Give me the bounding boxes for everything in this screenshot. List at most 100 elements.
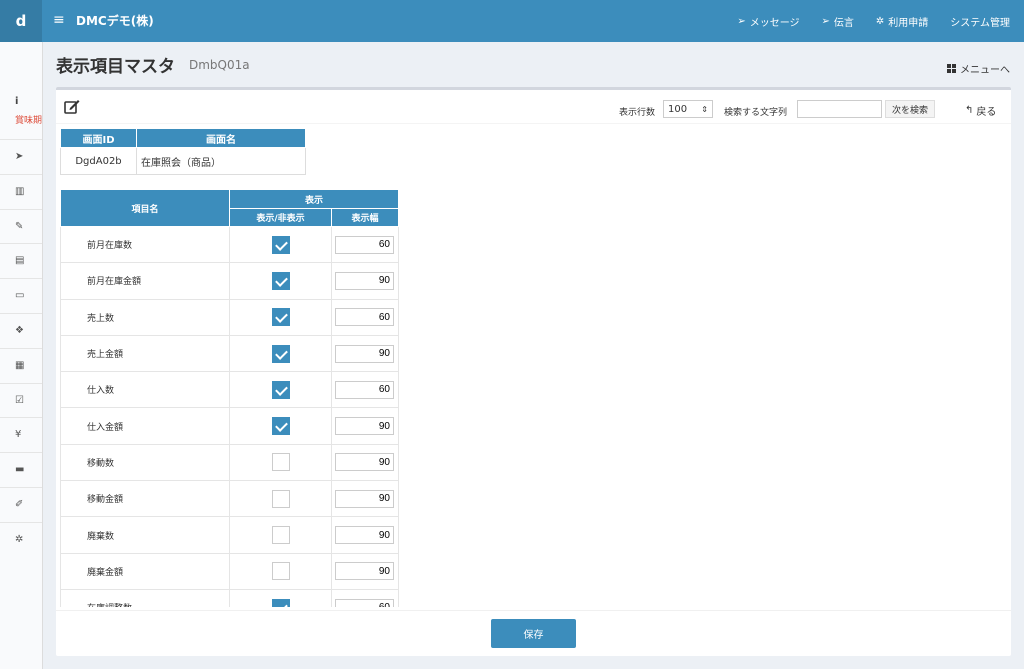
item-name-cell: 売上数 bbox=[60, 299, 230, 336]
top-navbar: d ≡ DMCデモ(株) ➢ メッセージ ➢ 伝言 ✲ 利用申請 システム管理 bbox=[0, 0, 1024, 42]
save-button[interactable]: 保存 bbox=[491, 619, 576, 648]
footer-divider bbox=[56, 610, 1011, 611]
nav-system-admin-label: システム管理 bbox=[950, 17, 1010, 29]
calendar-check-icon: ☑ bbox=[15, 394, 24, 406]
nav-messages[interactable]: ➢ メッセージ bbox=[737, 14, 799, 29]
visible-checkbox[interactable] bbox=[271, 417, 290, 436]
sidebar-item-archive[interactable]: ▤ bbox=[0, 243, 42, 277]
item-name-header: 項目名 bbox=[60, 189, 230, 227]
item-name-cell: 仕入金額 bbox=[60, 407, 230, 445]
nav-memo-label: 伝言 bbox=[833, 17, 854, 29]
page-title: 表示項目マスタ bbox=[56, 57, 175, 77]
sidebar-item-cubes[interactable]: ❖ bbox=[0, 313, 42, 347]
select-arrows-icon: ⇕ bbox=[701, 104, 708, 114]
rows-label: 表示行数 bbox=[619, 108, 656, 118]
sidebar-item-gears[interactable]: ✲ bbox=[0, 521, 42, 556]
item-name-cell: 移動数 bbox=[60, 444, 230, 482]
nav-memo[interactable]: ➢ 伝言 bbox=[822, 14, 854, 29]
sidebar: i 賞味期 ➤ ▥ ✎ ▤ ▭ ❖ ▦ ☑ ¥ ▬ ✐ ✲ bbox=[0, 42, 43, 669]
sidebar-item-yen[interactable]: ¥ bbox=[0, 417, 42, 451]
width-cell bbox=[331, 299, 399, 336]
visible-checkbox[interactable] bbox=[271, 489, 290, 508]
briefcase-icon: ▬ bbox=[15, 464, 25, 476]
visible-cell bbox=[229, 335, 332, 373]
document-icon: ▭ bbox=[15, 290, 25, 302]
nav-usage-request-label: 利用申請 bbox=[888, 17, 929, 29]
sidebar-item-briefcase[interactable]: ▬ bbox=[0, 452, 42, 486]
visible-cell bbox=[229, 299, 332, 336]
width-input[interactable] bbox=[335, 489, 394, 508]
table-row: 廃棄金額 bbox=[60, 553, 399, 590]
visible-checkbox[interactable] bbox=[271, 453, 290, 472]
width-input[interactable] bbox=[335, 598, 394, 607]
sidebar-item-wrench[interactable]: ✐ bbox=[0, 487, 42, 521]
width-input[interactable] bbox=[335, 308, 394, 327]
visible-checkbox[interactable] bbox=[271, 344, 290, 363]
visible-checkbox[interactable] bbox=[271, 271, 290, 290]
width-input[interactable] bbox=[335, 562, 394, 581]
width-input[interactable] bbox=[335, 380, 394, 399]
archive-icon: ▤ bbox=[15, 255, 25, 267]
width-input[interactable] bbox=[335, 344, 394, 363]
visible-checkbox[interactable] bbox=[271, 380, 290, 399]
visible-header: 表示/非表示 bbox=[229, 208, 332, 227]
item-name-cell: 廃棄金額 bbox=[60, 553, 230, 590]
table-row: 在庫調整数 bbox=[60, 589, 399, 607]
table-row: 前月在庫金額 bbox=[60, 262, 399, 300]
nav-usage-request[interactable]: ✲ 利用申請 bbox=[876, 14, 928, 29]
visible-checkbox[interactable] bbox=[271, 526, 290, 545]
hamburger-menu-icon[interactable]: ≡ bbox=[53, 12, 65, 28]
width-input[interactable] bbox=[335, 235, 394, 254]
sidebar-item-calendar[interactable]: ▦ bbox=[0, 347, 42, 382]
visible-cell bbox=[229, 371, 332, 409]
search-label: 検索する文字列 bbox=[724, 108, 788, 118]
item-name-cell: 前月在庫金額 bbox=[60, 262, 230, 300]
item-name-cell: 前月在庫数 bbox=[60, 226, 230, 264]
paper-plane-icon: ➢ bbox=[737, 15, 746, 27]
menu-link-label: メニューへ bbox=[960, 65, 1010, 76]
paper-plane-icon: ➢ bbox=[821, 15, 830, 27]
display-header: 表示 bbox=[229, 189, 399, 210]
visible-checkbox[interactable] bbox=[271, 308, 290, 327]
find-next-button[interactable]: 次を検索 bbox=[885, 100, 935, 118]
sidebar-item-edit[interactable]: ✎ bbox=[0, 208, 42, 243]
back-link-label: 戻る bbox=[976, 107, 997, 118]
width-input[interactable] bbox=[335, 453, 394, 472]
item-name-cell: 在庫調整数 bbox=[60, 589, 230, 607]
table-row: 売上金額 bbox=[60, 335, 399, 373]
menu-link[interactable]: メニューへ bbox=[947, 61, 1010, 76]
search-input[interactable] bbox=[797, 100, 882, 118]
top-nav: ➢ メッセージ ➢ 伝言 ✲ 利用申請 システム管理 bbox=[737, 0, 1010, 42]
width-cell bbox=[331, 516, 399, 554]
width-cell bbox=[331, 444, 399, 482]
visible-cell bbox=[229, 589, 332, 607]
rows-select[interactable]: 100 ⇕ bbox=[663, 100, 713, 118]
visible-checkbox[interactable] bbox=[271, 235, 290, 254]
edit-icon[interactable] bbox=[64, 99, 80, 117]
item-name-cell: 廃棄数 bbox=[60, 516, 230, 554]
sidebar-item-document[interactable]: ▭ bbox=[0, 278, 42, 312]
visible-cell bbox=[229, 226, 332, 264]
width-cell bbox=[331, 553, 399, 590]
item-name-cell: 売上金額 bbox=[60, 335, 230, 373]
back-link[interactable]: ↰ 戻る bbox=[965, 103, 996, 118]
visible-checkbox[interactable] bbox=[271, 562, 290, 581]
sidebar-item-bar-chart[interactable]: ▥ bbox=[0, 173, 42, 208]
width-input[interactable] bbox=[335, 526, 394, 545]
nav-system-admin[interactable]: システム管理 bbox=[950, 14, 1010, 29]
width-cell bbox=[331, 226, 399, 264]
width-cell bbox=[331, 335, 399, 373]
sidebar-item-calendar-check[interactable]: ☑ bbox=[0, 382, 42, 417]
app-logo[interactable]: d bbox=[0, 0, 42, 42]
sidebar-item-send[interactable]: ➤ bbox=[0, 139, 42, 173]
calendar-icon: ▦ bbox=[15, 359, 25, 371]
items-table-scroll[interactable]: 項目名 表示 表示/非表示 表示幅 前月在庫数前月在庫金額売上数売上金額仕入数仕… bbox=[60, 189, 400, 607]
sidebar-info-text: 賞味期 bbox=[15, 116, 43, 126]
visible-checkbox[interactable] bbox=[271, 598, 290, 607]
sidebar-info[interactable]: i 賞味期 bbox=[0, 92, 43, 130]
yen-icon: ¥ bbox=[15, 429, 22, 441]
bar-chart-icon: ▥ bbox=[15, 185, 25, 197]
width-input[interactable] bbox=[335, 417, 394, 436]
cubes-icon: ❖ bbox=[15, 325, 24, 336]
width-input[interactable] bbox=[335, 271, 394, 290]
